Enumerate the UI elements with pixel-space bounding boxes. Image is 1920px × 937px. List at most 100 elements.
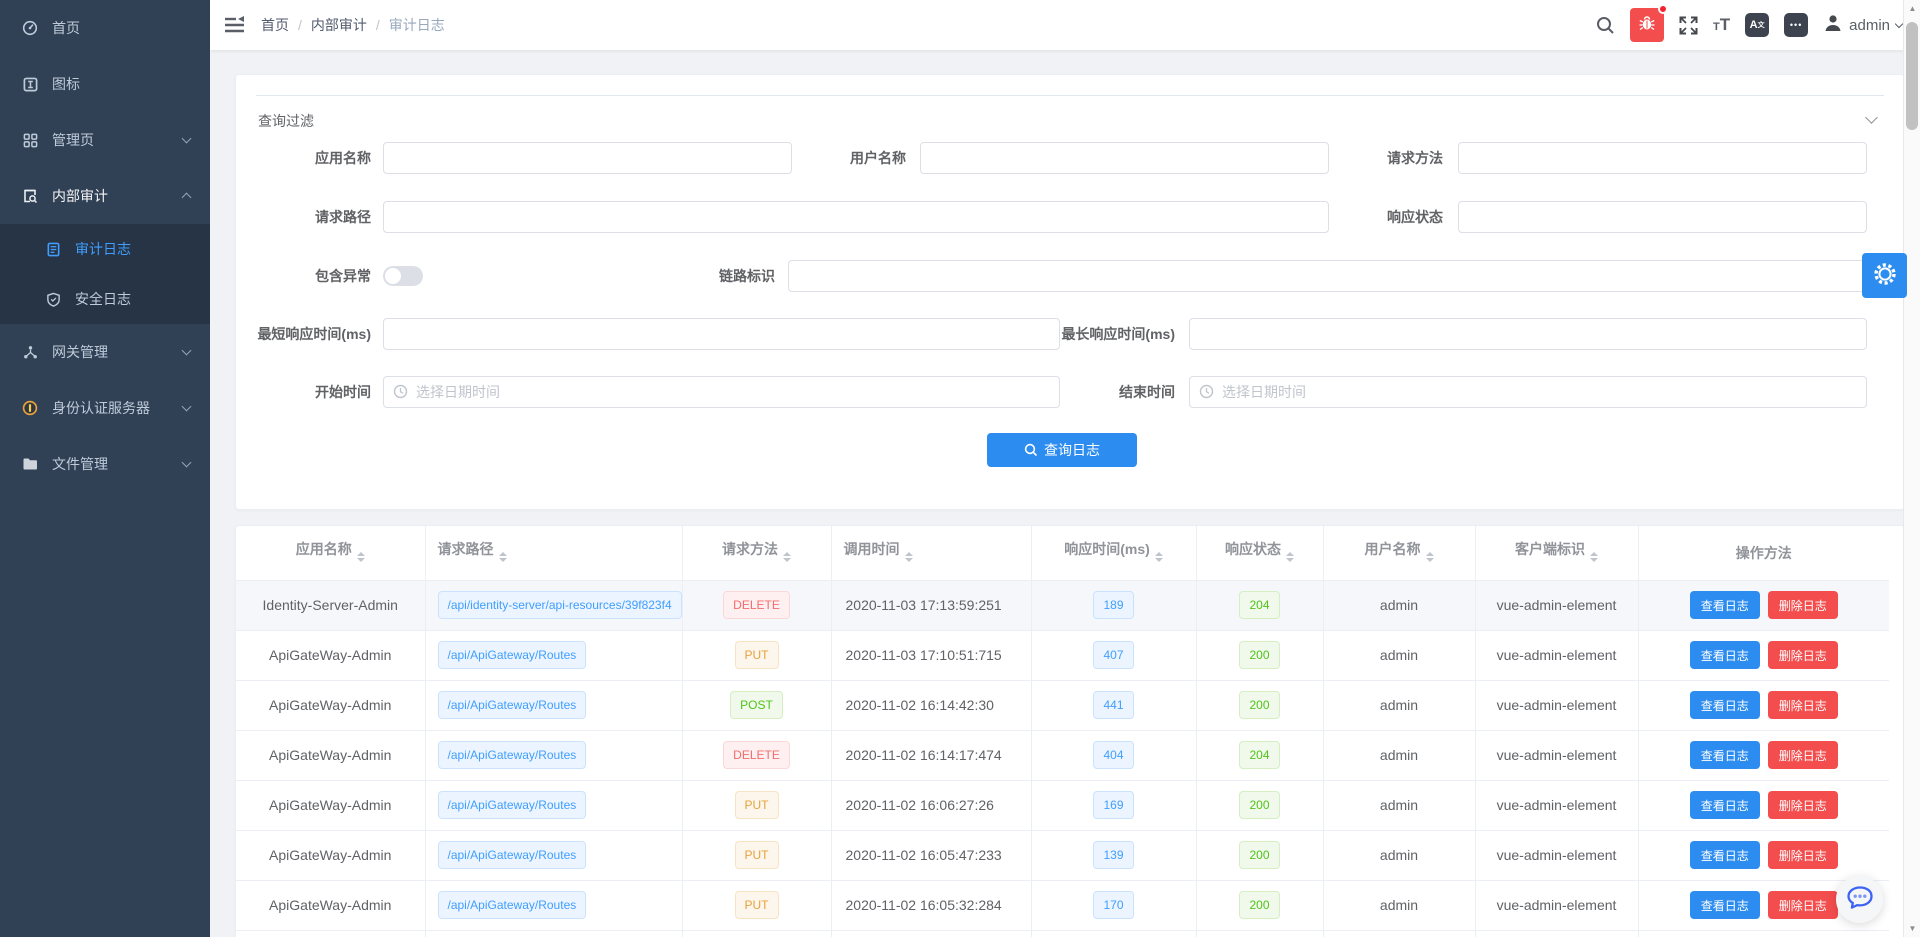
scroll-up-icon[interactable]: ▲ <box>1904 4 1920 13</box>
app-name-input[interactable] <box>383 142 792 174</box>
col-request-method[interactable]: 请求方法 <box>682 526 831 580</box>
query-logs-button[interactable]: 查询日志 <box>987 433 1137 467</box>
method-tag: DELETE <box>723 741 790 769</box>
page-scrollbar[interactable]: ▲ ▼ <box>1903 0 1920 937</box>
collapse-panel-icon[interactable] <box>1865 111 1878 124</box>
end-time-input[interactable] <box>1189 376 1867 408</box>
table-row[interactable]: Identity-Server-Admin /api/identity-serv… <box>236 580 1889 630</box>
table-row[interactable]: ApiGateWay-Admin /api/ApiGateway/Routes … <box>236 830 1889 880</box>
has-exception-toggle[interactable] <box>383 266 423 286</box>
translate-icon[interactable]: A文 <box>1745 13 1769 37</box>
col-elapsed[interactable]: 响应时间(ms) <box>1031 526 1196 580</box>
end-time-label: 结束时间 <box>1025 376 1175 408</box>
method-tag: DELETE <box>723 591 790 619</box>
navbar-actions: TT A文 ••• admin <box>1596 8 1902 42</box>
max-elapsed-input[interactable] <box>1189 318 1867 350</box>
search-icon[interactable] <box>1596 16 1615 35</box>
view-log-button[interactable]: 查看日志 <box>1690 741 1760 769</box>
col-user[interactable]: 用户名称 <box>1323 526 1475 580</box>
sort-icon[interactable] <box>1590 548 1598 566</box>
col-status[interactable]: 响应状态 <box>1196 526 1323 580</box>
sidebar-item-admin-pages[interactable]: 管理页 <box>0 112 210 168</box>
breadcrumb-internal-audit[interactable]: 内部审计 <box>311 15 367 35</box>
view-log-button[interactable]: 查看日志 <box>1690 841 1760 869</box>
col-app-name[interactable]: 应用名称 <box>236 526 425 580</box>
delete-log-button[interactable]: 删除日志 <box>1768 841 1838 869</box>
request-path-input[interactable] <box>383 201 1329 233</box>
breadcrumb-audit-logs: 审计日志 <box>389 15 445 35</box>
end-time-picker[interactable] <box>1189 376 1867 408</box>
delete-log-button[interactable]: 删除日志 <box>1768 591 1838 619</box>
col-call-time[interactable]: 调用时间 <box>831 526 1031 580</box>
table-row[interactable]: ApiGateWay-Admin /api/ApiGateway/Routes … <box>236 730 1889 780</box>
client-cell <box>1475 930 1638 937</box>
sort-icon[interactable] <box>905 548 913 566</box>
view-log-button[interactable]: 查看日志 <box>1690 691 1760 719</box>
sidebar-item-internal-audit[interactable]: 内部审计 <box>0 168 210 224</box>
app-name-cell: ApiGateWay-Admin <box>236 880 425 930</box>
table-row[interactable]: ApiGateWay-Admin /api/ApiGateway/Routes … <box>236 680 1889 730</box>
theme-settings-button[interactable] <box>1862 253 1907 298</box>
sort-icon[interactable] <box>1155 548 1163 566</box>
table-row[interactable]: ApiGateWay-Admin /api/ApiGateway/Routes … <box>236 630 1889 680</box>
has-exception-label: 包含异常 <box>251 260 371 292</box>
start-time-picker[interactable] <box>383 376 1060 408</box>
delete-log-button[interactable]: 删除日志 <box>1768 741 1838 769</box>
user-name-input[interactable] <box>920 142 1329 174</box>
sort-icon[interactable] <box>783 548 791 566</box>
col-request-path[interactable]: 请求路径 <box>425 526 682 580</box>
sort-icon[interactable] <box>357 548 365 566</box>
sidebar-item-icons[interactable]: 图标 <box>0 56 210 112</box>
start-time-input[interactable] <box>383 376 1060 408</box>
sort-icon[interactable] <box>499 548 507 566</box>
delete-log-button[interactable]: 删除日志 <box>1768 891 1838 919</box>
min-elapsed-input[interactable] <box>383 318 1060 350</box>
sidebar-item-label: 身份认证服务器 <box>52 398 150 418</box>
fullscreen-icon[interactable] <box>1679 16 1698 35</box>
elapsed-tag: 169 <box>1093 791 1133 819</box>
view-log-button[interactable]: 查看日志 <box>1690 891 1760 919</box>
message-icon[interactable]: ••• <box>1784 13 1808 37</box>
sidebar-item-audit-logs[interactable]: 审计日志 <box>0 224 210 274</box>
sidebar-item-security-logs[interactable]: 安全日志 <box>0 274 210 324</box>
error-log-button[interactable] <box>1630 8 1664 42</box>
font-size-icon[interactable]: TT <box>1713 16 1730 34</box>
col-client[interactable]: 客户端标识 <box>1475 526 1638 580</box>
sort-icon[interactable] <box>1426 548 1434 566</box>
scrollbar-thumb[interactable] <box>1906 22 1918 130</box>
scroll-down-icon[interactable]: ▼ <box>1904 924 1920 933</box>
folder-icon <box>21 455 39 473</box>
delete-log-button[interactable]: 删除日志 <box>1768 641 1838 669</box>
view-log-button[interactable]: 查看日志 <box>1690 591 1760 619</box>
method-tag: PUT <box>735 891 779 919</box>
delete-log-button[interactable]: 删除日志 <box>1768 691 1838 719</box>
sidebar-item-home[interactable]: 首页 <box>0 0 210 56</box>
view-log-button[interactable]: 查看日志 <box>1690 791 1760 819</box>
sidebar-submenu-internal-audit: 审计日志 安全日志 <box>0 224 210 324</box>
user-menu[interactable]: admin <box>1823 13 1902 38</box>
table-row-partial[interactable]: /api/ApiGateway/Routes PUT 查看日志删除日志 <box>236 930 1889 937</box>
table-row[interactable]: ApiGateWay-Admin /api/ApiGateway/Routes … <box>236 780 1889 830</box>
request-path-tag: /api/ApiGateway/Routes <box>438 791 587 819</box>
call-time-cell: 2020-11-02 16:05:47:233 <box>831 830 1031 880</box>
feedback-chat-button[interactable] <box>1836 876 1883 923</box>
table-row[interactable]: ApiGateWay-Admin /api/ApiGateway/Routes … <box>236 880 1889 930</box>
view-log-button[interactable]: 查看日志 <box>1690 641 1760 669</box>
request-method-input[interactable] <box>1458 142 1867 174</box>
collapse-sidebar-icon[interactable] <box>225 16 245 34</box>
user-cell: admin <box>1323 880 1475 930</box>
sidebar-item-gateway[interactable]: 网关管理 <box>0 324 210 380</box>
call-time-cell: 2020-11-03 17:13:59:251 <box>831 580 1031 630</box>
user-cell: admin <box>1323 680 1475 730</box>
letter-i-icon <box>21 75 39 93</box>
sort-icon[interactable] <box>1286 548 1294 566</box>
identity-server-icon <box>21 399 39 417</box>
trace-id-input[interactable] <box>788 260 1867 292</box>
sidebar-item-identity-server[interactable]: 身份认证服务器 <box>0 380 210 436</box>
response-status-input[interactable] <box>1458 201 1867 233</box>
app-name-cell: ApiGateWay-Admin <box>236 630 425 680</box>
sidebar-item-files[interactable]: 文件管理 <box>0 436 210 492</box>
delete-log-button[interactable]: 删除日志 <box>1768 791 1838 819</box>
breadcrumb-home[interactable]: 首页 <box>261 15 289 35</box>
user-name-label: 用户名称 <box>786 142 906 174</box>
